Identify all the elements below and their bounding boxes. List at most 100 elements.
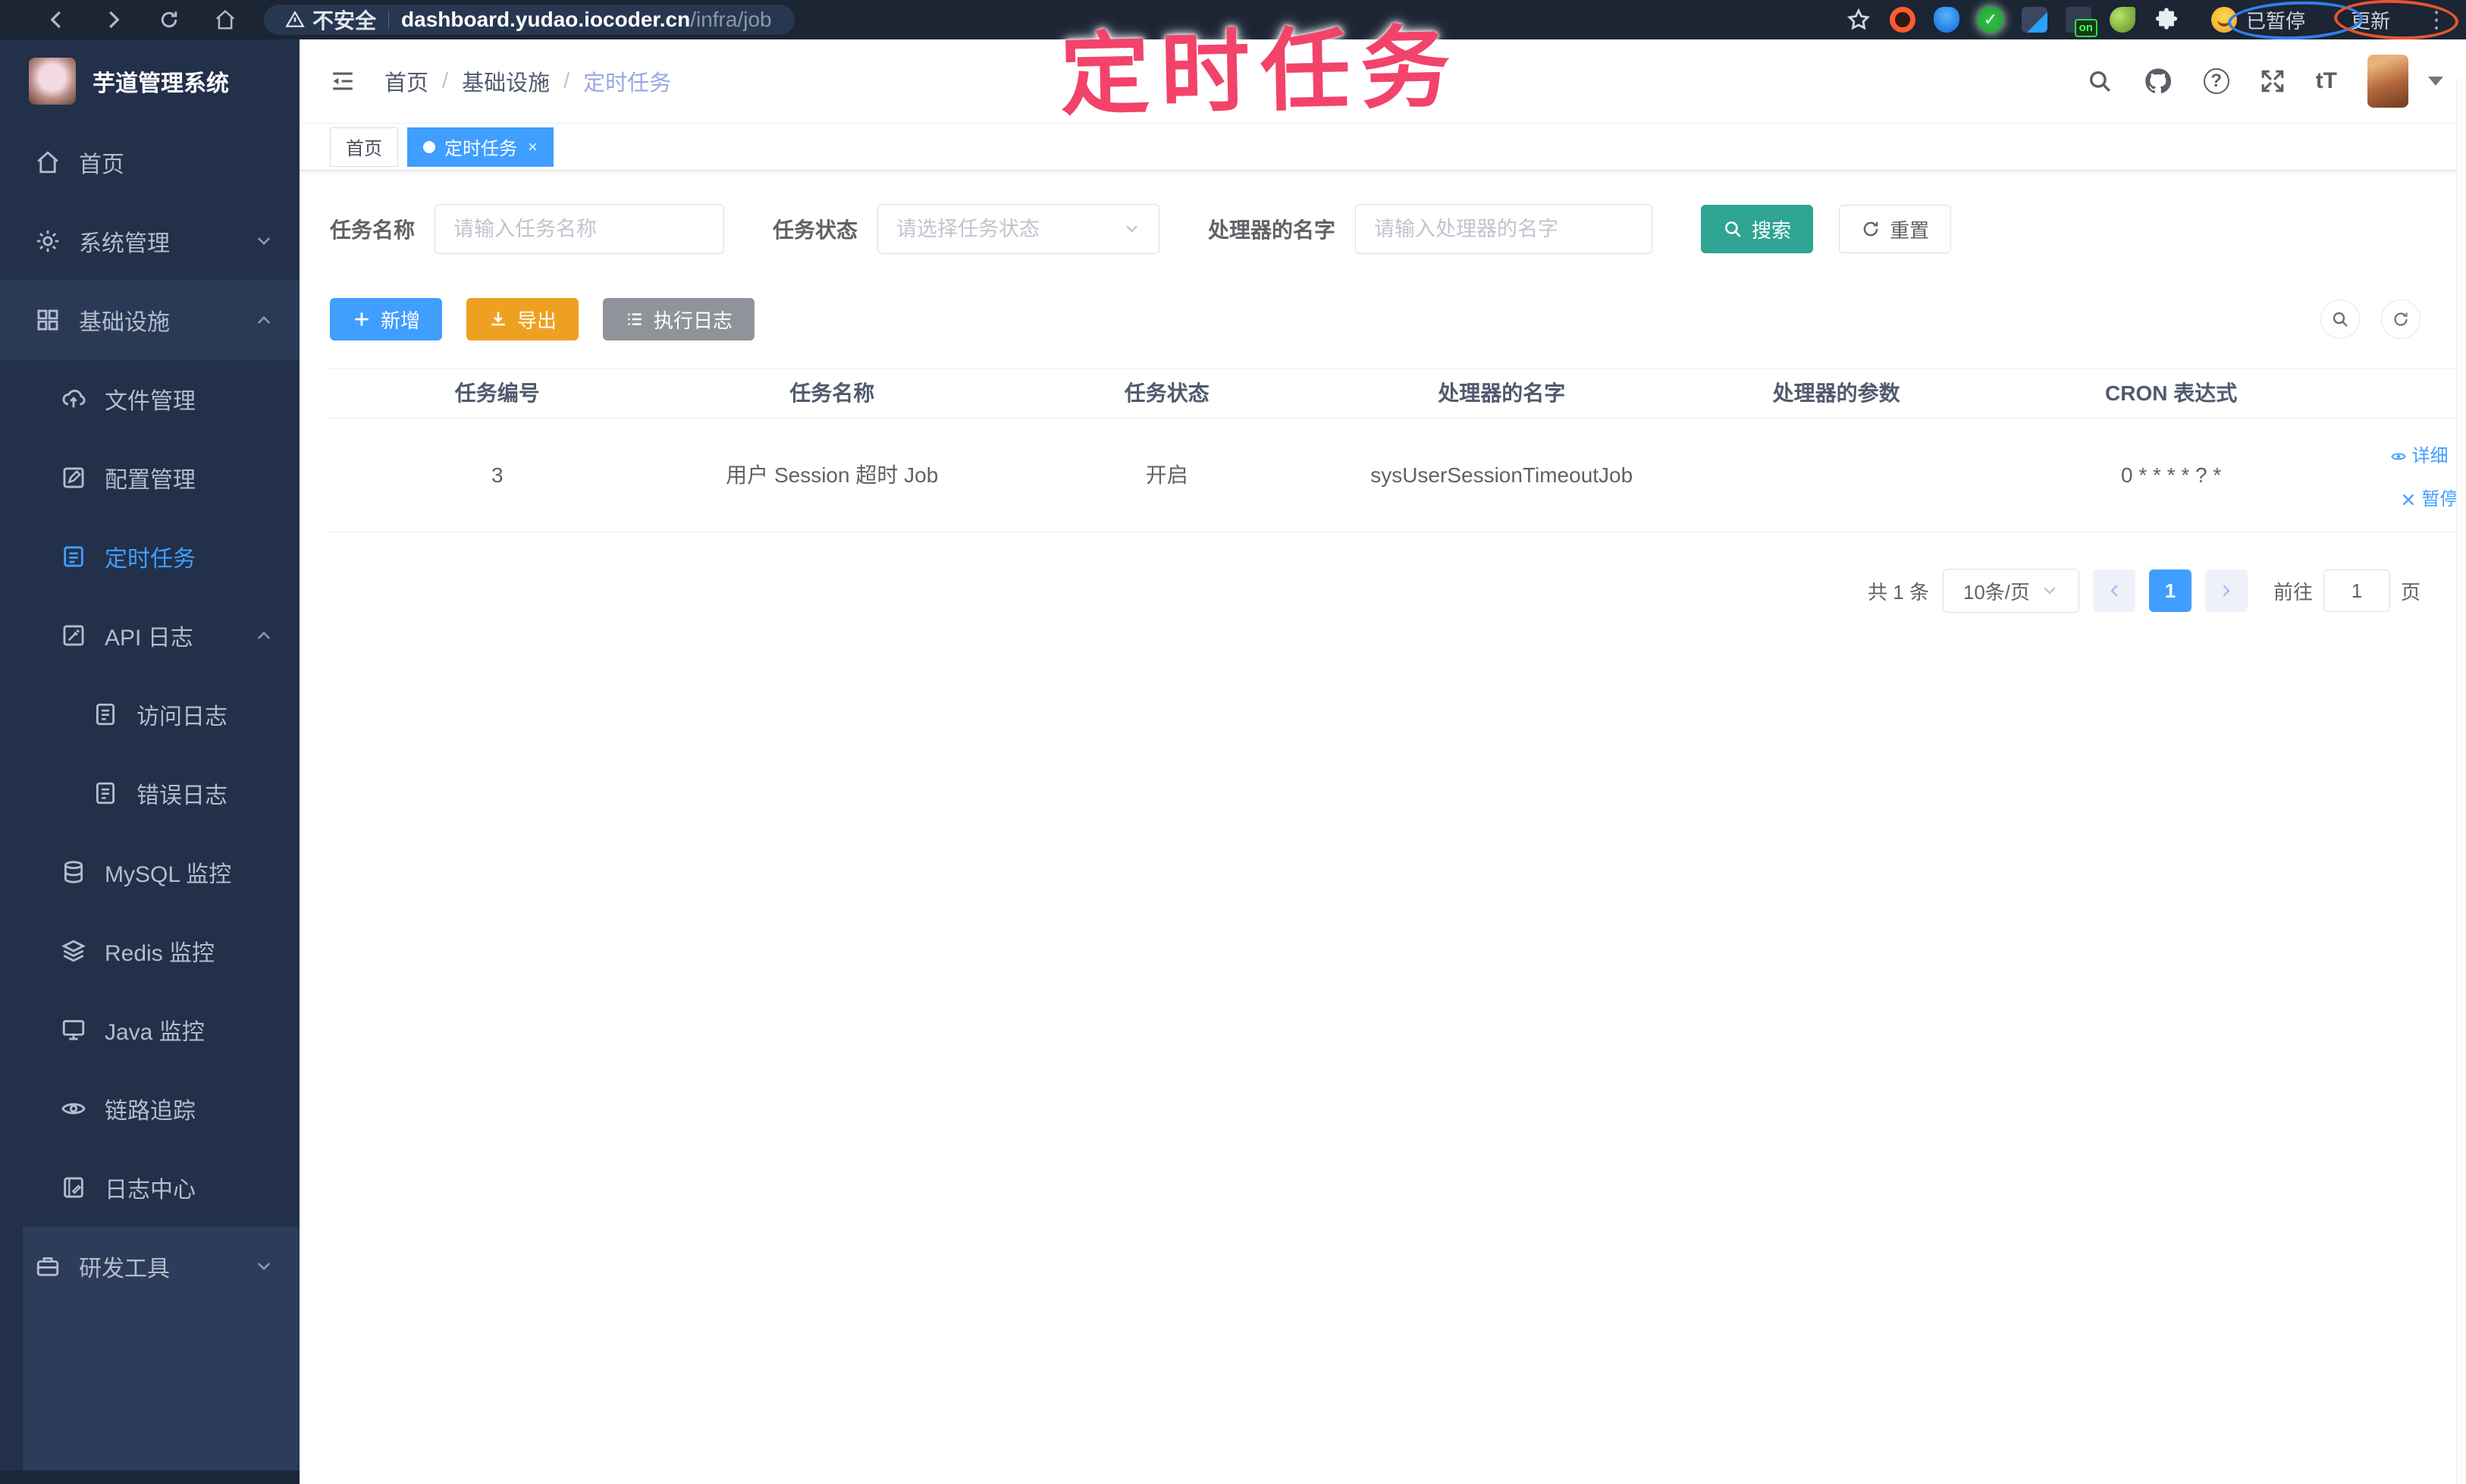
sidebar-item-错误日志[interactable]: 错误日志 [0,754,300,833]
fullscreen-icon[interactable] [2260,68,2286,94]
browser-reload-icon[interactable] [158,8,180,31]
sidebar-item-基础设施[interactable]: 基础设施 [0,281,300,359]
job-name-label: 任务名称 [330,218,416,242]
close-tab-icon[interactable]: × [528,137,538,157]
job-status-select-input[interactable] [896,217,1114,241]
exec-log-button[interactable]: 执行日志 [603,298,755,340]
chevron-right-icon [2217,582,2235,600]
tab-定时任务[interactable]: 定时任务 × [407,127,554,167]
bookmark-star-icon[interactable] [1846,7,1871,33]
add-button[interactable]: 新增 [330,298,443,340]
sidebar-item-MySQL-监控[interactable]: MySQL 监控 [0,833,300,911]
page-suffix: 页 [2400,580,2421,604]
monitor-icon [61,1017,86,1043]
page-number-button[interactable]: 1 [2148,569,2191,612]
on-badge: on [2074,19,2097,37]
sidebar-item-API-日志[interactable]: API 日志 [0,596,300,675]
search-icon[interactable] [2087,68,2113,94]
edit-icon [61,465,86,491]
logo-row[interactable]: 芋道管理系统 [0,39,300,123]
user-avatar[interactable] [2367,55,2408,108]
extension-icon[interactable] [1977,7,2003,33]
cell-id: 3 [491,463,504,487]
sidebar-item-label: Redis 监控 [105,941,215,966]
sidebar-item-定时任务[interactable]: 定时任务 [0,517,300,596]
extension-icon[interactable] [1933,7,1959,33]
cell-param [1669,468,2003,483]
tampermonkey-paused-button[interactable]: 已暂停 [2198,5,2319,34]
action-详细[interactable]: 详细 [2390,438,2448,475]
address-bar[interactable]: 不安全 dashboard.yudao.iocoder.cn/infra/job [264,5,795,35]
sidebar-item-链路追踪[interactable]: 链路追踪 [0,1069,300,1148]
page-size-select[interactable]: 10条/页 [1942,569,2079,613]
paused-label: 已暂停 [2245,9,2305,33]
job-name-input-wrap [435,204,725,254]
breadcrumb-item[interactable]: 首页 [384,65,428,97]
browser-scrollbar[interactable] [2456,79,2466,1484]
extension-icon[interactable] [2109,7,2135,33]
browser-home-icon[interactable] [214,8,237,31]
reset-button[interactable]: 重置 [1839,205,1952,253]
extensions-puzzle-icon[interactable] [2154,7,2179,33]
goto-page-input[interactable] [2323,569,2390,612]
export-button[interactable]: 导出 [466,298,579,340]
job-status-select[interactable] [877,204,1160,254]
tab-首页[interactable]: 首页 [330,127,398,167]
sidebar-item-label: 系统管理 [79,231,170,256]
app-title: 芋道管理系统 [93,71,229,96]
breadcrumb-item[interactable]: 基础设施 [462,65,550,97]
font-size-icon[interactable]: tT [2316,68,2337,94]
fold-sidebar-icon[interactable] [330,68,356,94]
browser-forward-icon[interactable] [102,8,124,31]
update-button[interactable]: 更新 [2337,5,2404,34]
sidebar-item-访问日志[interactable]: 访问日志 [0,675,300,754]
job-name-input[interactable] [453,217,706,241]
help-icon[interactable]: ? [2203,68,2229,94]
cloud-icon [61,386,86,412]
sidebar-item-Redis-监控[interactable]: Redis 监控 [0,911,300,990]
prev-page-button[interactable] [2092,569,2135,612]
sidebar-item-系统管理[interactable]: 系统管理 [0,202,300,281]
sidebar: 芋道管理系统 首页系统管理基础设施 文件管理 配置管理定时任务 API 日志访问日志错… [0,39,300,1484]
action-暂停[interactable]: 暂停 [2400,486,2458,513]
security-warning[interactable]: 不安全 [285,5,376,35]
search-icon [2331,310,2349,328]
github-icon[interactable] [2143,66,2173,96]
sidebar-item-label: 访问日志 [136,704,227,729]
extension-icon[interactable] [1889,7,1915,33]
sidebar-item-label: API 日志 [105,626,193,651]
sidebar-item-Java-监控[interactable]: Java 监控 [0,990,300,1069]
jobs-table: 任务编号 任务名称 任务状态 处理器的名字 处理器的参数 CRON 表达式 操作 3 用户 Se… [330,368,2466,532]
extension-icon[interactable]: on [2065,7,2097,37]
sidebar-item-label: 定时任务 [105,547,196,572]
column-header: 任务编号 [454,381,540,405]
handler-name-input[interactable] [1374,217,1634,241]
browser-menu-icon[interactable]: ⋮ [2425,7,2448,33]
sidebar-item-首页[interactable]: 首页 [0,123,300,202]
chevron-left-icon [2105,582,2123,600]
tab-label: 首页 [346,139,382,159]
next-page-button[interactable] [2204,569,2248,612]
sidebar-item-日志中心[interactable]: 日志中心 [0,1148,300,1227]
search-button[interactable]: 搜索 [1701,205,1814,253]
chevron-up-icon [254,310,274,330]
browser-bar: 不安全 dashboard.yudao.iocoder.cn/infra/job… [0,0,2466,39]
handler-name-label: 处理器的名字 [1208,218,1336,242]
sidebar-item-label: 首页 [79,152,124,177]
extension-icon[interactable] [2021,7,2047,33]
gear-icon [35,228,61,254]
browser-back-icon[interactable] [45,8,68,31]
notebook-icon [61,1175,86,1200]
sidebar-item-配置管理[interactable]: 配置管理 [0,438,300,517]
download-icon [488,309,508,329]
goto-label: 前往 [2273,580,2313,604]
sidebar-item-研发工具[interactable]: 研发工具 [23,1227,300,1306]
toggle-search-button[interactable] [2320,300,2360,339]
eye-icon [61,1096,86,1122]
user-menu-caret-icon[interactable] [2428,77,2443,86]
refresh-table-button[interactable] [2381,300,2421,339]
sidebar-item-文件管理[interactable]: 文件管理 [0,359,300,438]
breadcrumb-separator: / [563,68,570,93]
url-text: dashboard.yudao.iocoder.cn/infra/job [401,8,772,31]
doc-icon [93,701,118,727]
